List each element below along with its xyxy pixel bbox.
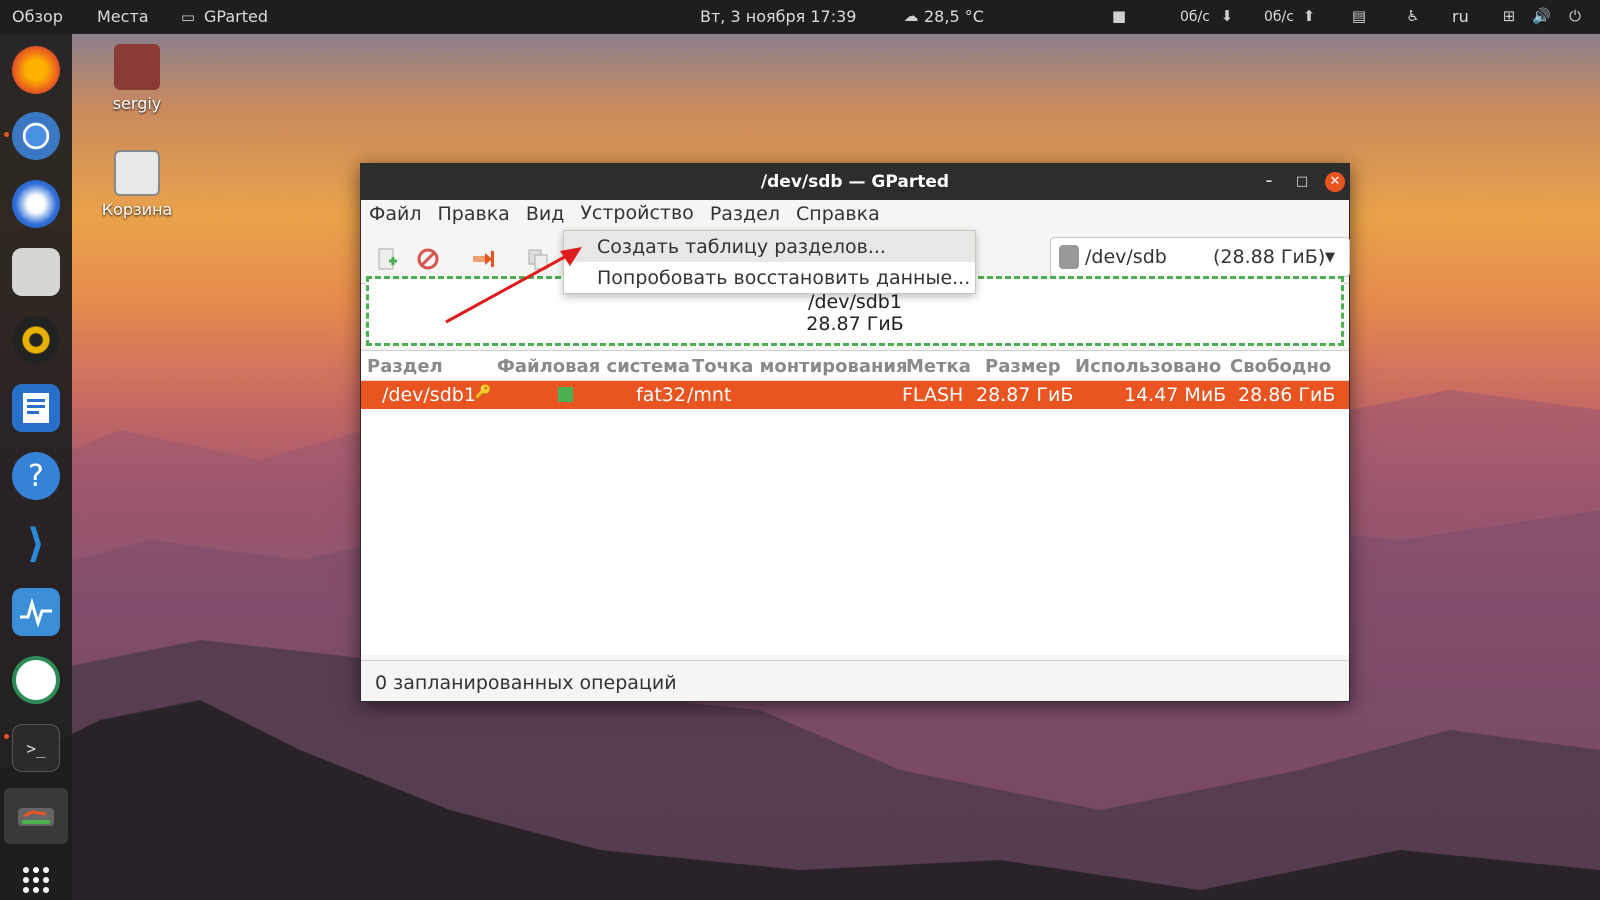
col-filesystem[interactable]: Файловая система <box>497 356 690 377</box>
dock: ? ⟩ >_ <box>0 34 72 900</box>
download-icon: ⬇ <box>1220 7 1234 25</box>
device-size: (28.88 ГиБ) <box>1213 246 1326 268</box>
desktop-home[interactable]: sergiy <box>92 44 182 113</box>
menu-file[interactable]: Файл <box>361 200 430 234</box>
app-menu[interactable]: GParted <box>204 7 268 26</box>
desktop-home-label: sergiy <box>112 94 162 113</box>
new-partition-icon[interactable] <box>375 247 399 271</box>
col-partition[interactable]: Раздел <box>367 356 443 377</box>
trash-icon <box>114 150 160 196</box>
help-icon[interactable]: ? <box>12 452 60 500</box>
annotation-arrow <box>445 247 582 324</box>
menu-create-partition-table[interactable]: Создать таблицу разделов... <box>564 231 975 262</box>
upload-icon: ⬆ <box>1302 7 1316 25</box>
cell-used: 14.47 МиБ <box>1124 384 1227 406</box>
disk-icon <box>1059 245 1079 269</box>
network-icon[interactable]: ⊞ <box>1500 6 1518 26</box>
device-name: /dev/sdb <box>1085 246 1167 268</box>
menu-bar: Файл Правка Вид Устройство Раздел Справк… <box>361 200 1349 234</box>
table-header: Раздел Файловая система Точка монтирован… <box>361 351 1349 381</box>
menu-partition[interactable]: Раздел <box>702 200 788 234</box>
fs-color-swatch <box>558 387 573 402</box>
chromium-icon[interactable] <box>12 112 60 160</box>
files-icon[interactable] <box>12 248 60 296</box>
weather-temp[interactable]: 28,5 °C <box>924 7 984 26</box>
rhythmbox-icon[interactable] <box>12 316 60 364</box>
status-bar: 0 запланированных операций <box>361 660 1349 702</box>
col-free[interactable]: Свободно <box>1230 356 1331 377</box>
cell-size: 28.87 ГиБ <box>976 384 1074 406</box>
top-bar: Обзор Места ▭ GParted Вт, 3 ноября 17:39… <box>0 0 1600 34</box>
col-label[interactable]: Метка <box>906 356 971 377</box>
volume-icon[interactable]: 🔊 <box>1532 6 1551 26</box>
partition-table: Раздел Файловая система Точка монтирован… <box>361 350 1349 655</box>
menu-edit[interactable]: Правка <box>430 200 518 234</box>
col-size[interactable]: Размер <box>985 356 1061 377</box>
menu-device[interactable]: Устройство <box>572 200 702 234</box>
key-icon: 🔑 <box>475 385 492 400</box>
home-folder-icon <box>114 44 160 90</box>
col-used[interactable]: Использовано <box>1075 356 1221 377</box>
device-selector[interactable]: /dev/sdb (28.88 ГиБ) ▼ <box>1050 237 1350 277</box>
remmina-icon[interactable] <box>12 656 60 704</box>
camera-icon[interactable]: ■ <box>1110 6 1128 26</box>
firefox-icon[interactable] <box>12 46 60 94</box>
running-indicator <box>4 132 9 137</box>
weather-icon: ☁ <box>903 7 919 25</box>
gparted-small-icon: ▭ <box>180 8 196 26</box>
desktop-trash-label: Корзина <box>101 200 173 219</box>
monitor-icon[interactable] <box>12 588 60 636</box>
delete-icon[interactable] <box>416 247 440 271</box>
chevron-down-icon: ▼ <box>1325 249 1335 265</box>
menu-attempt-data-rescue[interactable]: Попробовать восстановить данные... <box>564 262 975 293</box>
minimize-button[interactable]: – <box>1259 172 1279 192</box>
places-menu[interactable]: Места <box>97 7 149 26</box>
col-mountpoint[interactable]: Точка монтирования <box>692 356 908 377</box>
net-down-rate: 0б/с <box>1180 9 1210 25</box>
terminal-icon[interactable]: >_ <box>12 724 60 772</box>
cell-mountpoint: /mnt <box>687 384 732 406</box>
desktop-trash[interactable]: Корзина <box>92 150 182 219</box>
writer-icon[interactable] <box>12 384 60 432</box>
cell-partition: /dev/sdb1 <box>382 384 476 406</box>
activities-button[interactable]: Обзор <box>12 7 63 26</box>
pending-operations: 0 запланированных операций <box>375 672 677 694</box>
maximize-button[interactable]: □ <box>1292 172 1312 192</box>
menu-help[interactable]: Справка <box>788 200 888 234</box>
table-row[interactable]: /dev/sdb1 🔑 fat32 /mnt FLASH 28.87 ГиБ 1… <box>361 381 1349 409</box>
datetime-menu[interactable]: Вт, 3 ноября 17:39 <box>700 7 856 26</box>
vscode-icon[interactable]: ⟩ <box>12 520 60 568</box>
accessibility-icon[interactable]: ♿ <box>1404 6 1422 26</box>
running-indicator <box>4 734 9 739</box>
gparted-icon[interactable] <box>4 788 68 844</box>
clipboard-icon[interactable]: ▤ <box>1350 6 1368 26</box>
power-icon[interactable]: ⏻ <box>1566 6 1584 26</box>
window-titlebar[interactable]: /dev/sdb — GParted – □ ✕ <box>361 164 1349 200</box>
net-up-rate: 0б/с <box>1264 9 1294 25</box>
keyboard-layout[interactable]: ru <box>1452 7 1469 26</box>
cell-label: FLASH <box>902 384 964 406</box>
window-title: /dev/sdb — GParted <box>760 172 950 192</box>
cell-free: 28.86 ГиБ <box>1238 384 1336 406</box>
device-menu-dropdown: Создать таблицу разделов... Попробовать … <box>563 230 976 294</box>
menu-view[interactable]: Вид <box>518 200 573 234</box>
app-grid-icon[interactable] <box>12 856 60 900</box>
cell-filesystem: fat32 <box>636 384 686 406</box>
close-button[interactable]: ✕ <box>1325 172 1345 192</box>
thunderbird-icon[interactable] <box>12 180 60 228</box>
